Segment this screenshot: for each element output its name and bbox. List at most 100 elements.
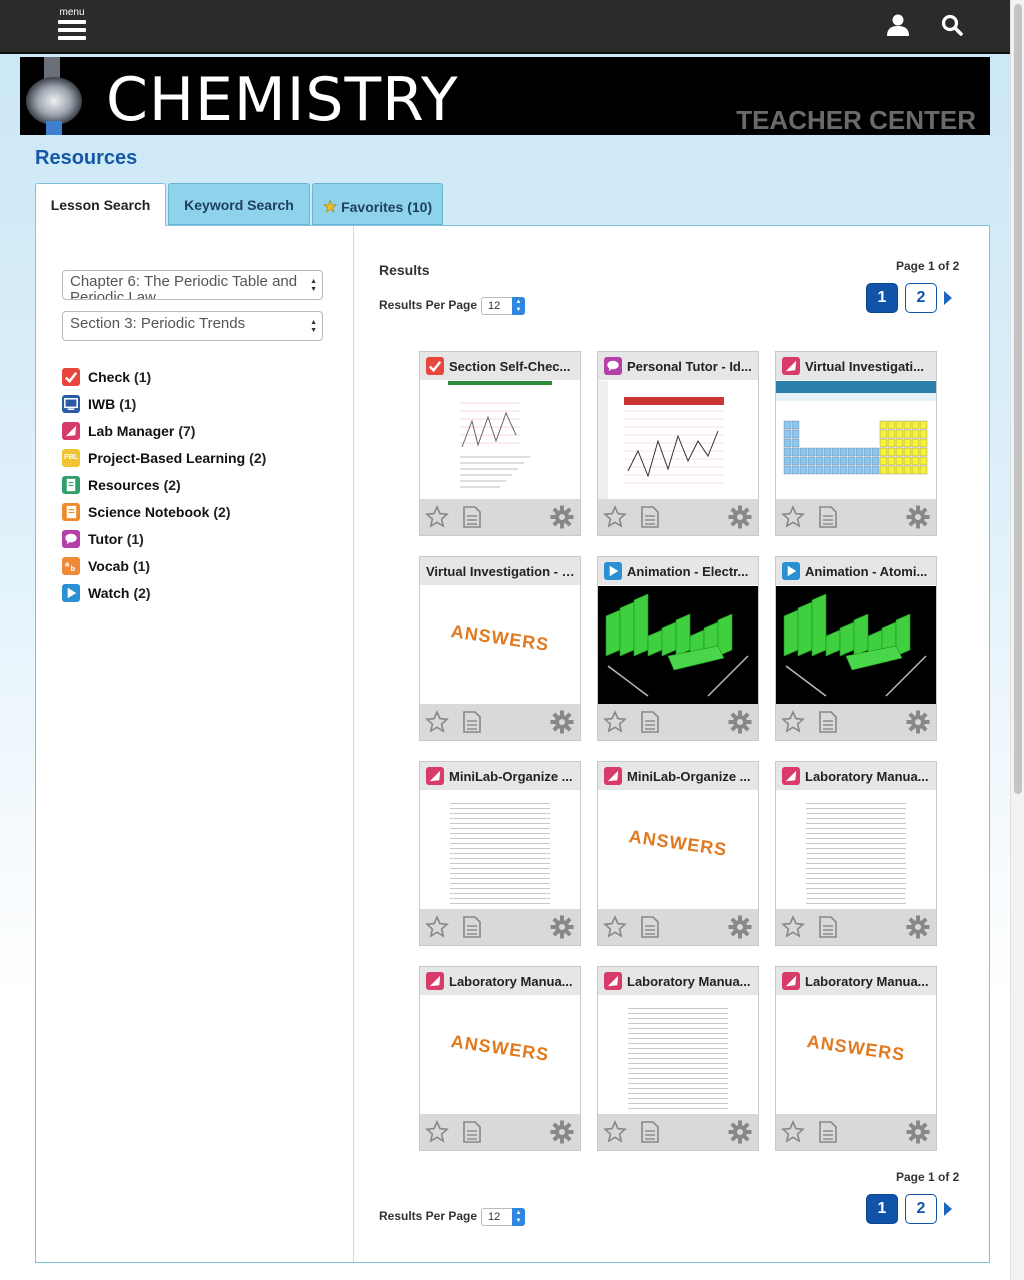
resource-card[interactable]: Personal Tutor - Id... <box>597 351 759 536</box>
resource-card[interactable]: Animation - Atomi... <box>775 556 937 741</box>
document-icon[interactable] <box>461 505 483 534</box>
card-thumbnail[interactable] <box>776 381 936 499</box>
category-item-watch[interactable]: Watch (2) <box>62 579 266 606</box>
resource-card[interactable]: MiniLab-Organize ... ANSWERS <box>597 761 759 946</box>
resource-card[interactable]: Laboratory Manua... <box>597 966 759 1151</box>
category-item-iwb[interactable]: IWB (1) <box>62 390 266 417</box>
results-per-page-select-bottom[interactable]: 12 ▲ ▼ <box>481 1208 525 1226</box>
gear-icon[interactable] <box>906 915 930 944</box>
card-header[interactable]: Personal Tutor - Id... <box>598 352 758 380</box>
card-thumbnail[interactable] <box>598 996 758 1114</box>
star-icon[interactable] <box>781 710 805 739</box>
card-header[interactable]: Section Self-Chec... <box>420 352 580 380</box>
card-thumbnail[interactable] <box>598 586 758 704</box>
tab-favorites[interactable]: ★ Favorites (10) <box>312 183 443 225</box>
card-thumbnail[interactable] <box>420 791 580 909</box>
resource-card[interactable]: Laboratory Manua... ANSWERS <box>419 966 581 1151</box>
document-icon[interactable] <box>817 1120 839 1149</box>
star-icon[interactable] <box>603 915 627 944</box>
card-header[interactable]: Animation - Electr... <box>598 557 758 585</box>
tab-keyword-search[interactable]: Keyword Search <box>168 183 310 225</box>
card-thumbnail[interactable] <box>598 381 758 499</box>
document-icon[interactable] <box>639 710 661 739</box>
gear-icon[interactable] <box>550 1120 574 1149</box>
document-icon[interactable] <box>817 505 839 534</box>
card-thumbnail[interactable]: ANSWERS <box>420 586 580 704</box>
card-header[interactable]: Laboratory Manua... <box>776 967 936 995</box>
resource-card[interactable]: Laboratory Manua... ANSWERS <box>775 966 937 1151</box>
card-header[interactable]: Virtual Investigati... <box>776 352 936 380</box>
gear-icon[interactable] <box>906 505 930 534</box>
star-icon[interactable] <box>425 1120 449 1149</box>
document-icon[interactable] <box>461 915 483 944</box>
document-icon[interactable] <box>817 710 839 739</box>
page-button-1[interactable]: 1 <box>866 283 898 313</box>
card-thumbnail[interactable]: ANSWERS <box>776 996 936 1114</box>
card-thumbnail[interactable]: ANSWERS <box>598 791 758 909</box>
resource-card[interactable]: Laboratory Manua... <box>775 761 937 946</box>
gear-icon[interactable] <box>550 505 574 534</box>
category-item-check[interactable]: Check (1) <box>62 363 266 390</box>
page-button-2[interactable]: 2 <box>905 283 937 313</box>
user-icon[interactable] <box>886 13 910 37</box>
card-title: Laboratory Manua... <box>449 973 573 989</box>
star-icon[interactable] <box>781 915 805 944</box>
menu-button[interactable]: menu <box>56 7 88 45</box>
page-scrollbar[interactable] <box>1010 0 1024 1280</box>
scrollbar-thumb[interactable] <box>1014 4 1022 794</box>
section-select[interactable]: Section 3: Periodic Trends ▲ ▼ <box>62 311 323 341</box>
card-header[interactable]: Laboratory Manua... <box>420 967 580 995</box>
gear-icon[interactable] <box>906 1120 930 1149</box>
star-icon[interactable] <box>781 1120 805 1149</box>
card-thumbnail[interactable] <box>420 381 580 499</box>
document-icon[interactable] <box>461 710 483 739</box>
card-thumbnail[interactable]: ANSWERS <box>420 996 580 1114</box>
tab-lesson-search[interactable]: Lesson Search <box>35 183 166 226</box>
resource-card[interactable]: Section Self-Chec... <box>419 351 581 536</box>
card-thumbnail[interactable] <box>776 791 936 909</box>
page-button-2-bottom[interactable]: 2 <box>905 1194 937 1224</box>
card-header[interactable]: Virtual Investigation - Pe... <box>420 557 580 585</box>
category-item-project-based-learning[interactable]: PBL Project-Based Learning (2) <box>62 444 266 471</box>
star-icon[interactable] <box>603 710 627 739</box>
category-item-resources[interactable]: Resources (2) <box>62 471 266 498</box>
gear-icon[interactable] <box>728 1120 752 1149</box>
gear-icon[interactable] <box>550 915 574 944</box>
gear-icon[interactable] <box>728 505 752 534</box>
card-header[interactable]: Animation - Atomi... <box>776 557 936 585</box>
results-per-page-select[interactable]: 12 ▲ ▼ <box>481 297 525 315</box>
next-page-icon[interactable] <box>944 291 952 305</box>
gear-icon[interactable] <box>906 710 930 739</box>
star-icon[interactable] <box>603 505 627 534</box>
document-icon[interactable] <box>461 1120 483 1149</box>
document-icon[interactable] <box>639 1120 661 1149</box>
search-icon[interactable] <box>940 13 964 37</box>
star-icon[interactable] <box>603 1120 627 1149</box>
card-thumbnail[interactable] <box>776 586 936 704</box>
document-icon[interactable] <box>639 505 661 534</box>
gear-icon[interactable] <box>550 710 574 739</box>
gear-icon[interactable] <box>728 710 752 739</box>
star-icon[interactable] <box>425 505 449 534</box>
category-item-vocab[interactable]: a b Vocab (1) <box>62 552 266 579</box>
page-button-1-bottom[interactable]: 1 <box>866 1194 898 1224</box>
card-header[interactable]: Laboratory Manua... <box>598 967 758 995</box>
star-icon[interactable] <box>781 505 805 534</box>
resource-card[interactable]: Virtual Investigati... <box>775 351 937 536</box>
document-icon[interactable] <box>639 915 661 944</box>
card-header[interactable]: MiniLab-Organize ... <box>420 762 580 790</box>
resource-card[interactable]: MiniLab-Organize ... <box>419 761 581 946</box>
category-item-tutor[interactable]: Tutor (1) <box>62 525 266 552</box>
resource-card[interactable]: Virtual Investigation - Pe... ANSWERS <box>419 556 581 741</box>
star-icon[interactable] <box>425 710 449 739</box>
card-header[interactable]: Laboratory Manua... <box>776 762 936 790</box>
gear-icon[interactable] <box>728 915 752 944</box>
resource-card[interactable]: Animation - Electr... <box>597 556 759 741</box>
chapter-select[interactable]: Chapter 6: The Periodic Table and Period… <box>62 270 323 300</box>
category-item-science-notebook[interactable]: Science Notebook (2) <box>62 498 266 525</box>
next-page-icon-bottom[interactable] <box>944 1202 952 1216</box>
category-item-lab-manager[interactable]: Lab Manager (7) <box>62 417 266 444</box>
document-icon[interactable] <box>817 915 839 944</box>
card-header[interactable]: MiniLab-Organize ... <box>598 762 758 790</box>
star-icon[interactable] <box>425 915 449 944</box>
